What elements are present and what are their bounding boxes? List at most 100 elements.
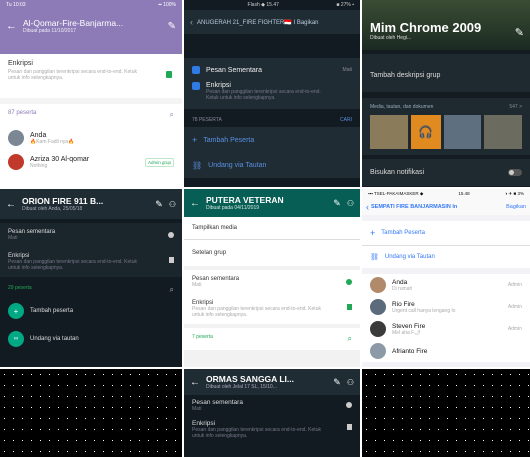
admin-label: Admin (507, 326, 522, 332)
search-icon[interactable]: ⌕ (170, 285, 174, 295)
search-icon[interactable]: ⌕ (170, 110, 174, 120)
temp-title: Pesan Sementara (206, 66, 263, 74)
add-person-icon[interactable]: ⚇ (347, 378, 354, 387)
temporary-messages-row[interactable]: Pesan sementara Mati (0, 223, 182, 247)
timer-icon (192, 66, 200, 74)
temp-value: Mati (192, 406, 202, 412)
back-arrow-icon[interactable]: ← (6, 199, 16, 210)
member-status: Di rumah (392, 285, 413, 292)
encryption-desc: Pesan dan panggilan terenkripsi secara e… (192, 306, 321, 318)
encryption-title: Enkripsi (8, 60, 33, 67)
screenshot-panel-4: ← ORION FIRE 911 B... Dibuat oleh Anda, … (0, 189, 182, 367)
add-person-icon[interactable]: ⚇ (347, 199, 354, 208)
member-row[interactable]: Rio Fire Urgent call hanya lengang lo Adm… (362, 296, 530, 318)
starry-background-left (0, 369, 182, 457)
encryption-desc: Pesan dan panggilan terenkripsi secara e… (206, 89, 321, 101)
add-person-icon[interactable]: ⚇ (169, 200, 176, 209)
media-thumbnail[interactable] (370, 115, 408, 149)
temporary-messages-row[interactable]: Pesan Sementara Mati (184, 62, 360, 78)
add-participant-button[interactable]: + Tambah Peserta (362, 221, 530, 245)
encryption-row[interactable]: Enkripsi Pesan dan panggilan terenkripsi… (0, 54, 182, 98)
invite-link-label: Undang via Tautan (384, 254, 435, 260)
group-title: ORMAS SANGGA LI... (206, 374, 294, 384)
back-arrow-icon[interactable]: ← (190, 377, 200, 388)
media-thumbnail[interactable] (443, 115, 482, 149)
member-status: Nothing (30, 162, 48, 169)
encryption-row[interactable]: Enkripsi Pesan dan panggilan terenkripsi… (0, 247, 182, 277)
back-arrow-icon[interactable]: ‹ (190, 17, 193, 27)
avatar (8, 154, 24, 170)
member-name: Afrianto Fire (392, 347, 428, 355)
add-description-label: Tambah deskripsi grup (370, 72, 441, 79)
mute-notifications-row[interactable]: Bisukan notifikasi (362, 159, 530, 186)
add-participant-button[interactable]: + Tambah peserta (0, 297, 182, 325)
headphones-icon: 🎧 (418, 125, 434, 139)
screenshot-panel-3: Mim Chrome 2009 Dibuat oleh Hegi... ✎ Ta… (362, 0, 530, 187)
invite-link-button[interactable]: ⛓ Undang via Tautan (362, 246, 530, 268)
back-arrow-icon[interactable]: ← (190, 198, 200, 209)
temporary-messages-row[interactable]: Pesan sementara Mati (184, 395, 360, 416)
member-row[interactable]: Steven Fire Mel aha F🌶 Admin (362, 318, 530, 340)
group-title: SEMPATI FIRE BANJARMASIN In (371, 204, 458, 210)
group-subtitle: Dibuat pada 04/11/2019 (206, 205, 260, 211)
edit-pencil-icon[interactable]: ✎ (333, 377, 341, 388)
group-subtitle: Dibuat oleh Hegi... (370, 35, 412, 41)
admin-label: Admin (507, 282, 522, 288)
encryption-desc: Pesan dan panggilan terenkripsi secara e… (8, 259, 137, 271)
encryption-title: Enkripsi (192, 420, 216, 427)
group-title: Al-Qomar-Fire-Banjarma... (23, 18, 124, 28)
status-indicators: ◑ ✈ ■ 3% (504, 191, 524, 196)
link-icon: ⛓ (192, 161, 203, 170)
avatar (8, 130, 24, 146)
member-row[interactable]: Afrianto Fire (362, 340, 530, 362)
member-row[interactable]: Azriza 30 Al-qomar Nothing Admin grup (0, 150, 182, 174)
search-link[interactable]: CARI (340, 117, 352, 123)
avatar (370, 277, 386, 293)
lock-icon (347, 304, 352, 310)
temp-title: Pesan sementara (192, 399, 243, 406)
encryption-desc: Pesan dan panggilan terenkripsi secara e… (8, 69, 137, 81)
encryption-desc: Pesan dan panggilan terenkripsi secara e… (192, 427, 321, 439)
lock-icon (192, 82, 200, 90)
media-label[interactable]: Media, tautan, dan dokumen (370, 104, 433, 110)
invite-link-button[interactable]: ∞ Undang via tautan (0, 325, 182, 353)
mute-label: Bisukan notifikasi (370, 169, 425, 176)
share-link[interactable]: Bagikan (506, 204, 526, 210)
media-thumbnail[interactable]: 🎧 (410, 115, 441, 149)
invite-link-button[interactable]: ⛓ Undang via Tautan (184, 153, 360, 178)
temp-value: Mati (8, 235, 18, 241)
invite-link-label: Undang via Tautan (208, 162, 267, 169)
add-participant-label: Tambah peserta (30, 308, 74, 314)
timer-icon (168, 232, 174, 238)
add-participant-button[interactable]: + Tambah Peserta (184, 127, 360, 153)
screenshot-panel-6: ▪▪▪ TSEL-PAKAIMASKER ◆ 15.48 ◑ ✈ ■ 3% ‹ … (362, 189, 530, 367)
toggle-switch[interactable] (508, 169, 522, 176)
starry-background-right (362, 369, 530, 457)
temporary-messages-row[interactable]: Pesan sementara Mati (184, 270, 360, 294)
encryption-row[interactable]: Enkripsi Pesan dan panggilan terenkripsi… (184, 78, 360, 105)
avatar (370, 299, 386, 315)
edit-pencil-icon[interactable]: ✎ (515, 26, 524, 39)
member-status: Urgent call hanya lengang lo (392, 307, 456, 314)
group-settings-row[interactable]: Setelan grup (184, 240, 360, 266)
encryption-row[interactable]: Enkripsi Pesan dan panggilan terenkripsi… (184, 294, 360, 324)
group-title: Mim Chrome 2009 (370, 20, 482, 35)
edit-pencil-icon[interactable]: ✎ (168, 21, 176, 32)
media-thumbnail[interactable] (484, 115, 522, 149)
back-chevron-icon[interactable]: ‹ (366, 202, 369, 212)
search-icon[interactable]: ⌕ (348, 334, 352, 344)
back-arrow-icon[interactable]: ← (6, 20, 17, 32)
add-description-row[interactable]: Tambah deskripsi grup (362, 54, 530, 92)
edit-pencil-icon[interactable]: ✎ (155, 199, 163, 210)
edit-pencil-icon[interactable]: ✎ (333, 198, 341, 209)
link-icon: ∞ (8, 331, 24, 347)
encryption-row[interactable]: Enkripsi Pesan dan panggilan terenkripsi… (184, 416, 360, 443)
show-media-row[interactable]: Tampilkan media (184, 217, 360, 239)
member-name: Anda (30, 131, 47, 139)
member-row[interactable]: Anda 🔥Kam Fadli nya🔥 (0, 126, 182, 150)
timer-icon (346, 279, 352, 285)
member-row[interactable]: Anda Di rumah Admin (362, 274, 530, 296)
status-carrier: ▪▪▪ TSEL-PAKAIMASKER ◆ (368, 191, 424, 196)
media-count: 547 > (509, 104, 522, 110)
timer-icon (346, 402, 352, 408)
